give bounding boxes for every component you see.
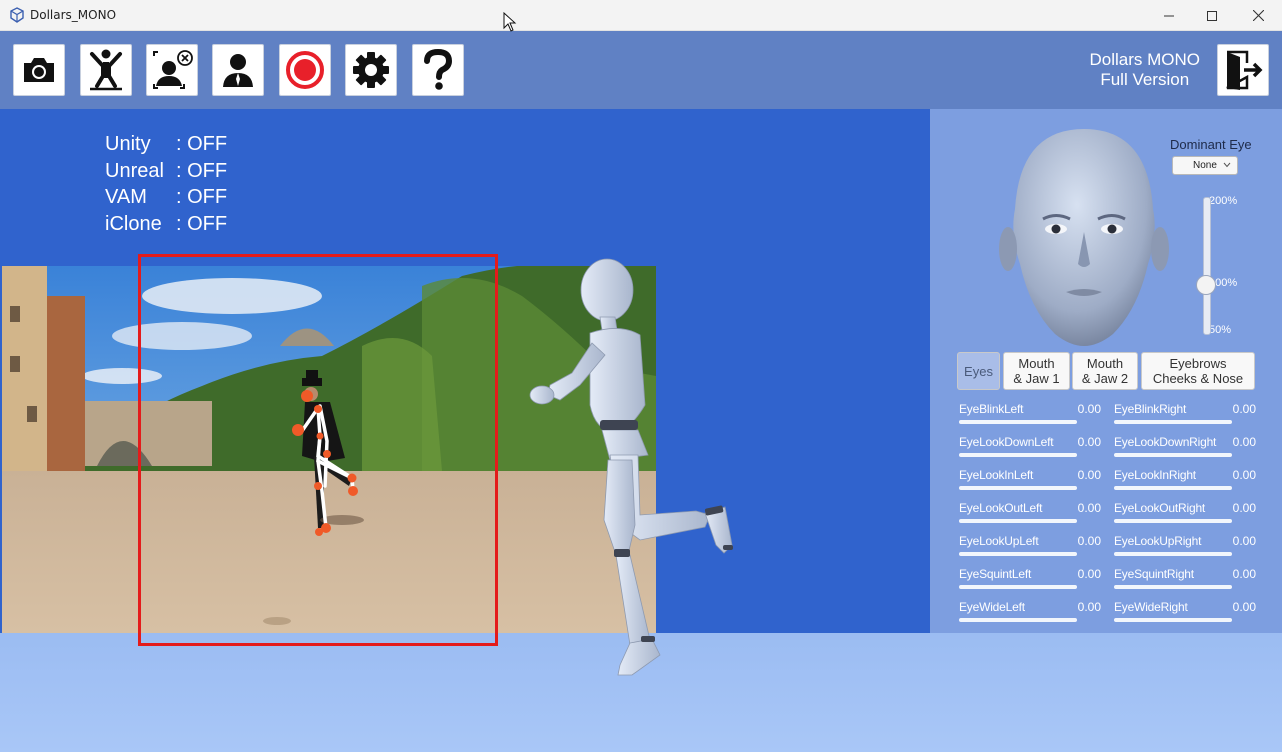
blendshape-bar — [1114, 420, 1232, 424]
blendshape-list-right: EyeBlinkRight 0.00 EyeLookDownRight 0.00 E… — [1114, 401, 1259, 632]
blendshape-bar — [1114, 618, 1232, 622]
slider-max-label: 200% — [1209, 195, 1238, 207]
person-icon — [223, 54, 253, 87]
close-icon — [1252, 10, 1264, 21]
blendshape-bar — [959, 585, 1077, 589]
tab-mouth-jaw-2[interactable]: Mouth & Jaw 2 — [1072, 352, 1138, 390]
blendshape-bar — [1114, 519, 1232, 523]
blendshape-bar — [959, 618, 1077, 622]
blendshape-row: EyeLookOutLeft 0.00 — [959, 500, 1104, 533]
blendshape-bar — [1114, 486, 1232, 490]
window-title: Dollars_MONO — [30, 8, 117, 22]
status-iclone: iClone: OFF — [105, 212, 228, 235]
maximize-icon — [1207, 10, 1217, 21]
3d-avatar-mannequin — [529, 258, 733, 676]
blendshape-row: EyeLookOutRight 0.00 — [1114, 500, 1259, 533]
record-icon — [286, 51, 324, 89]
app-cube-icon — [10, 7, 24, 23]
question-icon — [424, 49, 453, 90]
camera-icon — [24, 58, 54, 82]
blendshape-bar — [959, 552, 1077, 556]
record-button[interactable] — [279, 44, 331, 96]
exit-door-icon — [1226, 50, 1263, 90]
status-vam: VAM: OFF — [105, 186, 228, 208]
tracking-region-box — [138, 254, 498, 646]
blendshape-row: EyeWideLeft 0.00 — [959, 599, 1104, 632]
blendshape-row: EyeSquintLeft 0.00 — [959, 566, 1104, 599]
tab-eyes[interactable]: Eyes — [957, 352, 1000, 390]
edition-name: Full Version — [1100, 70, 1190, 89]
face-scale-slider-handle[interactable] — [1196, 275, 1216, 295]
gear-icon — [353, 52, 389, 88]
3d-face-preview — [999, 129, 1169, 346]
blendshape-row: EyeLookUpRight 0.00 — [1114, 533, 1259, 566]
blendshape-bar — [1114, 552, 1232, 556]
camera-button[interactable] — [13, 44, 65, 96]
blendshape-bar — [959, 453, 1077, 457]
blendshape-bar — [1114, 585, 1232, 589]
blendshape-bar — [959, 420, 1077, 424]
blendshape-bar — [959, 486, 1077, 490]
maximize-button[interactable] — [1189, 0, 1235, 31]
minimize-icon — [1164, 15, 1174, 16]
blendshape-row: EyeLookInLeft 0.00 — [959, 467, 1104, 500]
blendshape-row: EyeLookDownLeft 0.00 — [959, 434, 1104, 467]
blendshape-row: EyeBlinkLeft 0.00 — [959, 401, 1104, 434]
connection-status-list: Unity: OFF Unreal: OFF VAM: OFF iClone: … — [105, 131, 227, 237]
app-name: Dollars MONO — [1089, 50, 1200, 69]
t-pose-icon — [90, 49, 122, 91]
slider-min-label: 50% — [1209, 324, 1232, 336]
blendshape-list-left: EyeBlinkLeft 0.00 EyeLookDownLeft 0.00 Eye… — [959, 401, 1104, 632]
minimize-button[interactable] — [1146, 0, 1192, 31]
dominant-eye-label: Dominant Eye — [1170, 137, 1252, 152]
version-label: Dollars MONO Full Version — [1089, 50, 1200, 90]
avatar-button[interactable] — [212, 44, 264, 96]
toolbar: Dollars MONO Full Version — [0, 31, 1282, 109]
person-remove-icon — [153, 50, 193, 89]
tab-eyebrows-cheeks-nose[interactable]: Eyebrows Cheeks & Nose — [1141, 352, 1255, 390]
window-titlebar: Dollars_MONO — [0, 0, 1282, 31]
close-button[interactable] — [1235, 0, 1281, 31]
face-panel: Dominant Eye None 200% 100% 50% Eyes Mou… — [930, 109, 1282, 633]
face-scale-slider-track[interactable] — [1203, 197, 1211, 335]
tab-mouth-jaw-1[interactable]: Mouth & Jaw 1 — [1003, 352, 1070, 390]
chevron-down-icon — [1223, 162, 1231, 168]
blendshape-bar — [1114, 453, 1232, 457]
reset-person-button[interactable] — [146, 44, 198, 96]
blendshape-row: EyeBlinkRight 0.00 — [1114, 401, 1259, 434]
blendshape-row: EyeLookUpLeft 0.00 — [959, 533, 1104, 566]
mouse-cursor-icon — [503, 12, 517, 32]
blendshape-row: EyeSquintRight 0.00 — [1114, 566, 1259, 599]
help-button[interactable] — [412, 44, 464, 96]
pose-calibrate-button[interactable] — [80, 44, 132, 96]
blendshape-row: EyeLookDownRight 0.00 — [1114, 434, 1259, 467]
dominant-eye-value: None — [1193, 160, 1217, 171]
status-unity: Unity: OFF — [105, 133, 228, 155]
blendshape-row: EyeLookInRight 0.00 — [1114, 467, 1259, 500]
blendshape-row: EyeWideRight 0.00 — [1114, 599, 1259, 632]
dominant-eye-select[interactable]: None — [1172, 156, 1238, 175]
status-unreal: Unreal: OFF — [105, 159, 228, 182]
blendshape-bar — [959, 519, 1077, 523]
exit-button[interactable] — [1217, 44, 1269, 96]
settings-button[interactable] — [345, 44, 397, 96]
